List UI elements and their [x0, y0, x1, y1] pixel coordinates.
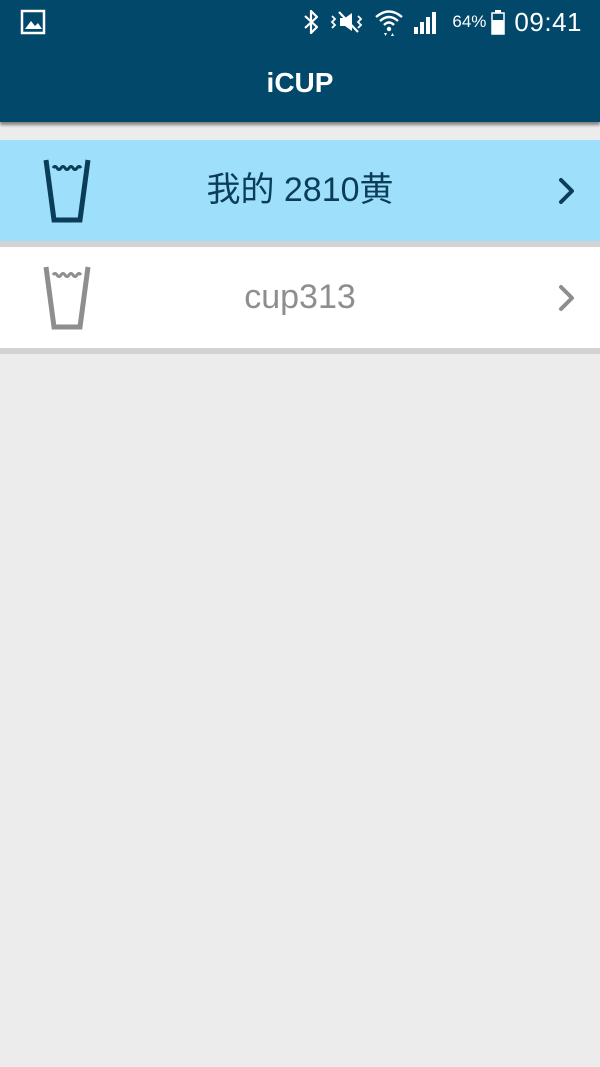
chevron-right-icon: [559, 178, 574, 204]
gallery-icon: [20, 9, 46, 35]
bluetooth-icon: [304, 9, 319, 35]
signal-icon: [414, 12, 437, 34]
cup-name: 我的 2810黄: [206, 171, 394, 209]
mute-icon: [331, 11, 363, 33]
status-bar: 64% 09:41: [0, 0, 600, 44]
cup-list-item-selected[interactable]: 我的 2810黄: [0, 140, 600, 247]
chevron-right-icon: [559, 285, 574, 311]
status-time: 09:41: [514, 6, 582, 37]
status-icons: 64% 09:41: [294, 0, 582, 44]
cup-list-item[interactable]: cup313: [0, 247, 600, 354]
app-bar: iCUP: [0, 44, 600, 122]
cup-list: 我的 2810黄 cup313: [0, 140, 600, 354]
cup-name: cup313: [244, 278, 356, 316]
battery-icon: [491, 10, 506, 35]
battery-percent: 64%: [452, 12, 487, 31]
wifi-icon: [375, 10, 404, 36]
page-title: iCUP: [266, 67, 334, 98]
